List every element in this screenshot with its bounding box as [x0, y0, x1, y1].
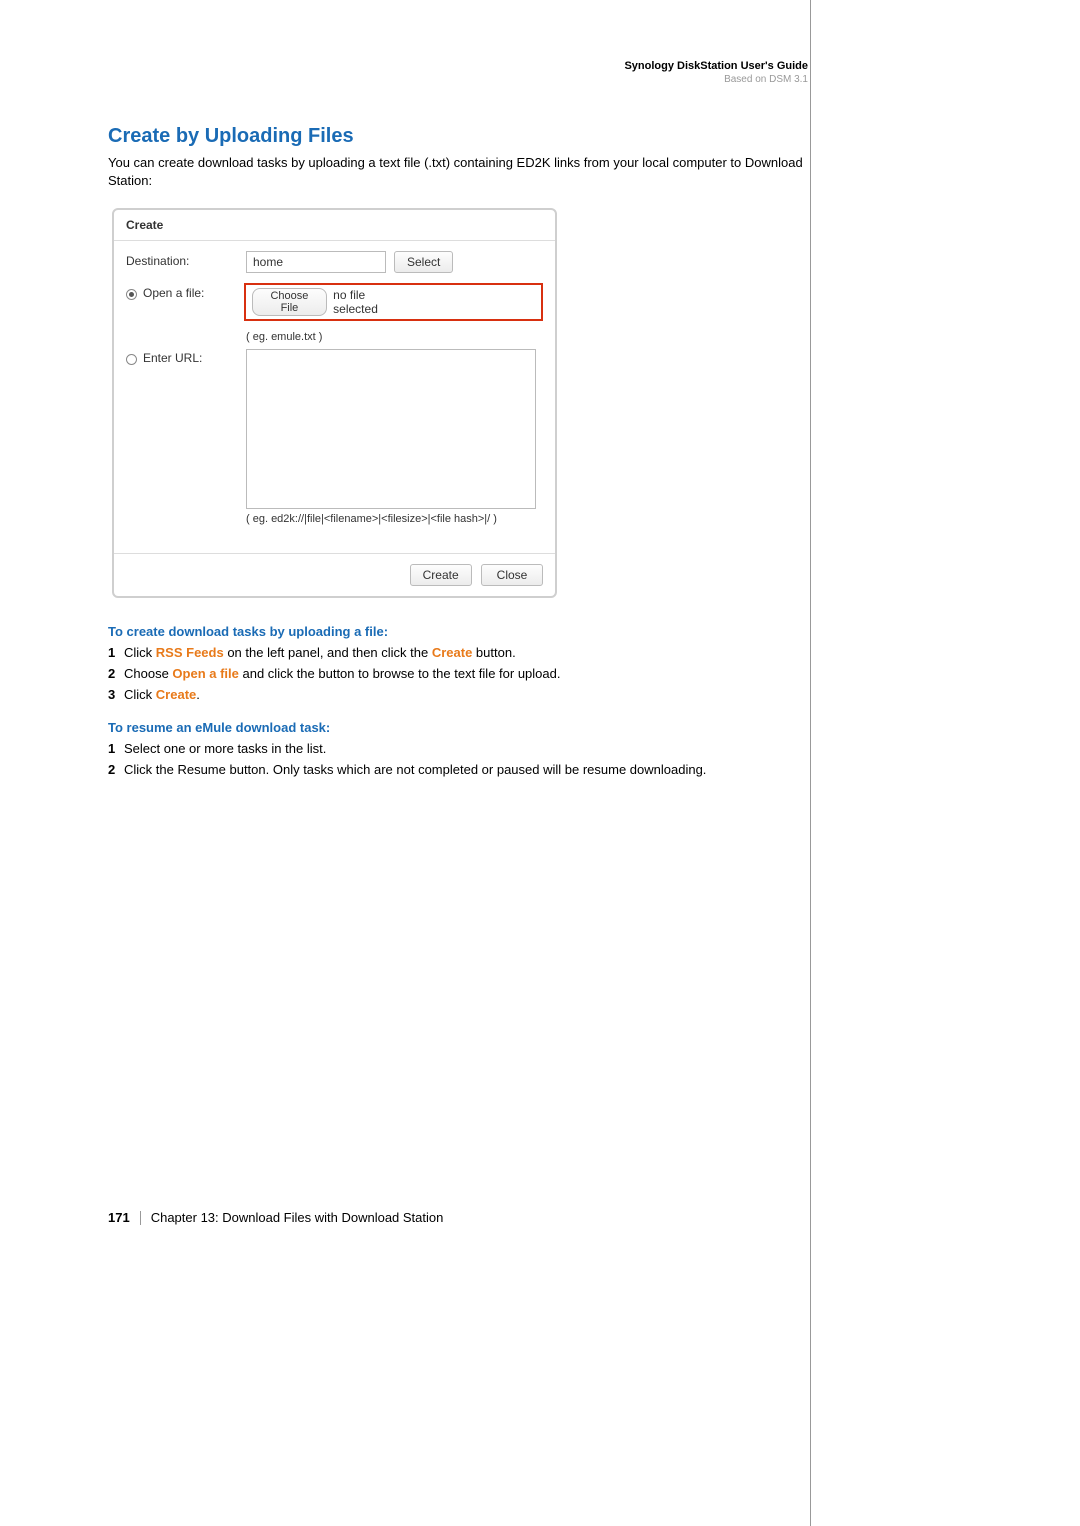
doc-subtitle: Based on DSM 3.1	[108, 74, 808, 85]
section-intro: You can create download tasks by uploadi…	[108, 154, 808, 190]
step: 2 Click the Resume button. Only tasks wh…	[108, 762, 808, 777]
choose-file-button[interactable]: Choose File	[252, 288, 327, 316]
page-footer: 171 Chapter 13: Download Files with Down…	[108, 1210, 443, 1225]
create-dialog: Create Destination: Select Open a file: …	[112, 208, 557, 598]
no-file-text: no file selected	[333, 288, 411, 316]
instructions1-heading: To create download tasks by uploading a …	[108, 624, 808, 639]
page-header: Synology DiskStation User's Guide Based …	[108, 60, 808, 85]
file-hint: ( eg. emule.txt )	[246, 331, 543, 343]
row-open-file: Open a file: Choose File no file selecte…	[126, 283, 543, 321]
step: 3 Click Create.	[108, 687, 808, 702]
footer-separator	[140, 1211, 141, 1225]
chapter-label: Chapter 13: Download Files with Download…	[151, 1210, 444, 1225]
destination-input[interactable]	[246, 251, 386, 273]
select-button[interactable]: Select	[394, 251, 453, 273]
open-file-label: Open a file:	[126, 283, 244, 300]
section-heading: Create by Uploading Files	[108, 125, 808, 148]
instructions2-heading: To resume an eMule download task:	[108, 720, 808, 735]
dialog-footer: Create Close	[114, 553, 555, 596]
step-text: Click the Resume button. Only tasks whic…	[124, 762, 808, 777]
doc-title: Synology DiskStation User's Guide	[108, 60, 808, 72]
row-destination: Destination: Select	[126, 251, 543, 273]
radio-enter-url[interactable]	[126, 354, 137, 365]
step-text: Select one or more tasks in the list.	[124, 741, 808, 756]
page-right-border	[810, 0, 811, 1526]
url-textarea[interactable]	[246, 349, 536, 509]
url-hint: ( eg. ed2k://|file|<filename>|<filesize>…	[246, 513, 543, 525]
row-enter-url: Enter URL: ( eg. ed2k://|file|<filename>…	[126, 349, 543, 539]
dialog-title: Create	[114, 210, 555, 241]
destination-label: Destination:	[126, 251, 246, 268]
step: 1 Click RSS Feeds on the left panel, and…	[108, 645, 808, 660]
create-button[interactable]: Create	[410, 564, 472, 586]
page-number: 171	[108, 1210, 130, 1225]
radio-open-file[interactable]	[126, 289, 137, 300]
close-button[interactable]: Close	[481, 564, 543, 586]
enter-url-label: Enter URL:	[126, 349, 246, 365]
step: 2 Choose Open a file and click the butto…	[108, 666, 808, 681]
step: 1 Select one or more tasks in the list.	[108, 741, 808, 756]
highlight-box: Choose File no file selected	[244, 283, 543, 321]
